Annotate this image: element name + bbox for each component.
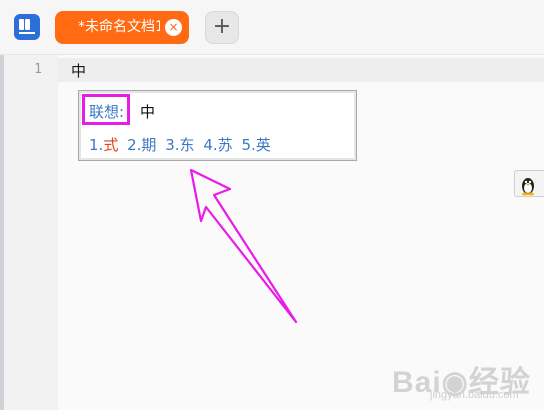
penguin-icon[interactable] (514, 170, 544, 197)
pointer-arrow-icon (189, 168, 298, 324)
watermark-url: jingyan.baidu.com (430, 389, 519, 401)
